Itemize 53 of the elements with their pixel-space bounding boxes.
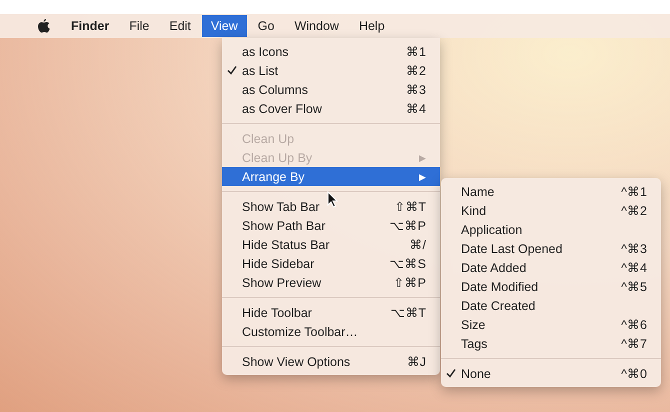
apple-icon [38, 19, 50, 33]
shortcut: ⌘4 [406, 101, 426, 116]
menu-bar-item[interactable]: File [120, 15, 158, 37]
menu-item[interactable]: as Columns ⌘3 [222, 80, 440, 99]
menu-item[interactable]: as Icons ⌘1 [222, 42, 440, 61]
mouse-pointer-icon [327, 191, 338, 208]
menu-item[interactable]: Date Added ^⌘4 [441, 258, 661, 277]
shortcut: ^⌘1 [621, 184, 647, 199]
menu-item[interactable]: as Cover Flow ⌘4 [222, 99, 440, 118]
shortcut: ^⌘3 [621, 241, 647, 256]
menu-bar-item[interactable]: Edit [160, 15, 200, 37]
menu-item[interactable]: Size ^⌘6 [441, 315, 661, 334]
shortcut: ⇧⌘T [394, 199, 426, 214]
menu-item[interactable]: Date Created [441, 296, 661, 315]
shortcut: ⌘1 [406, 44, 426, 59]
shortcut: ^⌘6 [621, 317, 647, 332]
menu-item[interactable]: Name ^⌘1 [441, 182, 661, 201]
shortcut: ⌥⌘T [390, 305, 426, 320]
menu-item[interactable]: Kind ^⌘2 [441, 201, 661, 220]
shortcut: ⌥⌘S [390, 256, 426, 271]
menu-item[interactable]: Arrange By ▶ [222, 167, 440, 186]
menu-item[interactable]: Show View Options ⌘J [222, 352, 440, 371]
shortcut: ⌘3 [406, 82, 426, 97]
menu-item[interactable]: Application [441, 220, 661, 239]
menu-bar-item[interactable]: Help [350, 15, 394, 37]
menu-item[interactable]: Tags ^⌘7 [441, 334, 661, 353]
menu-bar-item[interactable]: View [202, 15, 247, 37]
shortcut: ^⌘0 [621, 366, 647, 381]
menu-bar-item[interactable]: Finder [62, 15, 118, 37]
menu-bar-item[interactable]: Window [285, 15, 348, 37]
shortcut: ⇧⌘P [394, 275, 426, 290]
submenu-arrow: ▶ [419, 152, 426, 162]
menu-item[interactable]: Hide Status Bar ⌘/ [222, 235, 440, 254]
shortcut: ^⌘7 [621, 336, 647, 351]
menu-item[interactable]: Show Preview ⇧⌘P [222, 273, 440, 292]
menu-item[interactable]: Date Last Opened ^⌘3 [441, 239, 661, 258]
menu-item[interactable]: Hide Sidebar ⌥⌘S [222, 254, 440, 273]
menu-bar-item[interactable]: Go [248, 15, 284, 37]
menu-item[interactable]: as List ⌘2 [222, 61, 440, 80]
shortcut: ⌥⌘P [390, 218, 426, 233]
shortcut: ^⌘2 [621, 203, 647, 218]
menu-item[interactable]: Customize Toolbar… [222, 322, 440, 341]
menu-item[interactable]: Show Path Bar ⌥⌘P [222, 216, 440, 235]
shortcut: ⌘J [406, 354, 426, 369]
menu-item[interactable]: Hide Toolbar ⌥⌘T [222, 303, 440, 322]
shortcut: ⌘2 [406, 63, 426, 78]
menu-item[interactable]: Show Tab Bar ⇧⌘T [222, 197, 440, 216]
menu-item[interactable]: None ^⌘0 [441, 364, 661, 383]
menu-item[interactable]: Date Modified ^⌘5 [441, 277, 661, 296]
shortcut: ^⌘4 [621, 260, 647, 275]
shortcut: ^⌘5 [621, 279, 647, 294]
shortcut: ⌘/ [410, 237, 426, 252]
submenu-arrow: ▶ [419, 172, 426, 182]
